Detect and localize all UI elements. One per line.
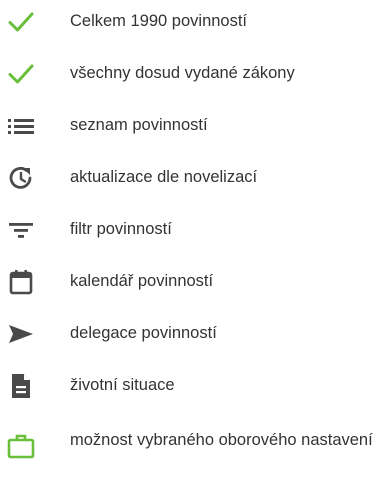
document-icon [7, 372, 35, 400]
feature-label: seznam povinností [70, 116, 208, 134]
feature-label: životní situace [70, 376, 175, 394]
list-icon [7, 112, 35, 140]
briefcase-icon [7, 432, 35, 460]
calendar-icon [7, 268, 35, 296]
update-icon [7, 164, 35, 192]
feature-label: filtr povinností [70, 220, 172, 238]
feature-label: aktualizace dle novelizací [70, 168, 258, 186]
feature-label: kalendář povinností [70, 272, 214, 290]
check-icon [7, 8, 35, 36]
send-icon [7, 320, 35, 348]
feature-label: všechny dosud vydané zákony [70, 64, 295, 82]
feature-label: Celkem 1990 povinností [70, 12, 248, 30]
check-icon [7, 60, 35, 88]
filter-icon [7, 216, 35, 244]
feature-label: možnost vybraného oborového nastavení [70, 431, 373, 449]
feature-label: delegace povinností [70, 324, 217, 342]
feature-list: Celkem 1990 povinností všechny dosud vyd… [0, 0, 385, 502]
